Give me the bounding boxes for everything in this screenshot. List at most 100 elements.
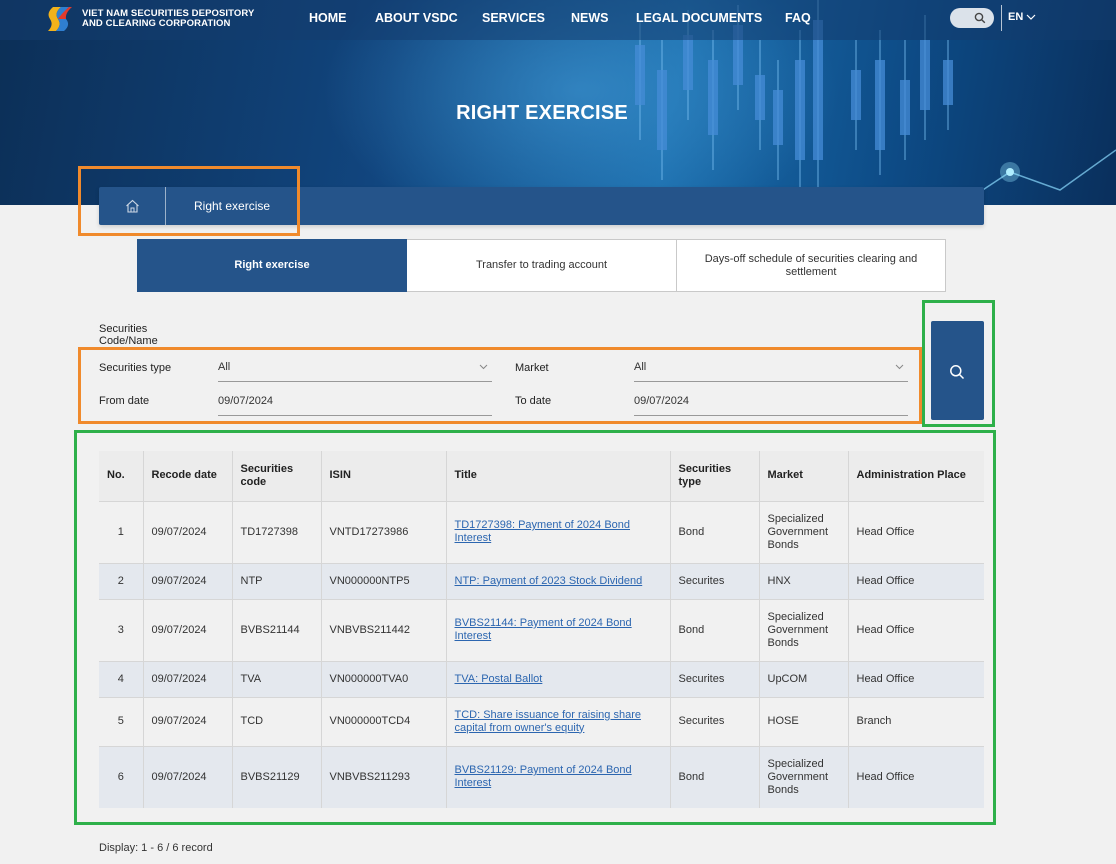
col-header-no: No. [99, 451, 144, 501]
search-button[interactable] [931, 321, 984, 420]
market-select[interactable]: All [634, 356, 908, 382]
cell-code: TVA [232, 660, 322, 697]
language-selector[interactable]: EN [1008, 11, 1036, 23]
title-link[interactable]: NTP: Payment of 2023 Stock Dividend [455, 575, 643, 587]
cell-date: 09/07/2024 [143, 660, 233, 697]
cell-date: 09/07/2024 [143, 562, 233, 599]
chevron-down-icon [479, 364, 488, 370]
cell-market: UpCOM [759, 660, 849, 697]
logo-line-2: AND CLEARING CORPORATION [82, 18, 231, 29]
col-header-isin: ISIN [321, 451, 447, 501]
cell-title: TD1727398: Payment of 2024 Bond Interest [446, 500, 671, 563]
cell-title: TCD: Share issuance for raising share ca… [446, 696, 671, 746]
cell-title: BVBS21129: Payment of 2024 Bond Interest [446, 745, 671, 808]
header-search-button[interactable] [950, 8, 994, 28]
cell-no: 6 [99, 745, 144, 808]
cell-date: 09/07/2024 [143, 598, 233, 661]
cell-type: Bond [670, 500, 760, 563]
nav-services[interactable]: SERVICES [482, 11, 545, 25]
securities-type-value: All [218, 361, 231, 373]
nav-faq[interactable]: FAQ [785, 11, 811, 25]
results-table: No. Recode date Securities code ISIN Tit… [99, 451, 984, 808]
breadcrumb-home[interactable] [99, 187, 166, 225]
nav-legal-documents[interactable]: LEGAL DOCUMENTS [636, 11, 762, 25]
cell-market: Specialized Government Bonds [759, 598, 849, 661]
cell-code: TCD [232, 696, 322, 746]
logo-text: VIET NAM SECURITIES DEPOSITORY AND CLEAR… [82, 8, 254, 30]
cell-no: 3 [99, 598, 144, 661]
chevron-down-icon [1026, 14, 1036, 20]
cell-no: 1 [99, 500, 144, 563]
hero-banner: VIET NAM SECURITIES DEPOSITORY AND CLEAR… [0, 0, 1116, 205]
from-date-value: 09/07/2024 [218, 395, 274, 407]
vsdc-logo[interactable]: VIET NAM SECURITIES DEPOSITORY AND CLEAR… [44, 5, 254, 33]
table-row: 4 09/07/2024 TVA VN000000TVA0 TVA: Posta… [99, 660, 984, 697]
tab-transfer-trading-account[interactable]: Transfer to trading account [407, 239, 677, 292]
market-value: All [634, 361, 647, 373]
breadcrumb: Right exercise [99, 187, 984, 225]
market-label: Market [515, 362, 549, 374]
table-row: 5 09/07/2024 TCD VN000000TCD4 TCD: Share… [99, 696, 984, 746]
cell-isin: VNBVBS211293 [321, 745, 447, 808]
cell-market: HNX [759, 562, 849, 599]
title-link[interactable]: BVBS21129: Payment of 2024 Bond Interest [455, 764, 632, 789]
table-row: 6 09/07/2024 BVBS21129 VNBVBS211293 BVBS… [99, 745, 984, 808]
cell-isin: VN000000NTP5 [321, 562, 447, 599]
title-link[interactable]: TVA: Postal Ballot [455, 673, 543, 685]
cell-place: Head Office [848, 562, 984, 599]
vsdc-logo-icon [44, 5, 76, 33]
col-header-title: Title [446, 451, 671, 501]
title-link[interactable]: TCD: Share issuance for raising share ca… [455, 709, 641, 734]
cell-code: BVBS21129 [232, 745, 322, 808]
securities-type-select[interactable]: All [218, 356, 492, 382]
cell-isin: VN000000TCD4 [321, 696, 447, 746]
col-header-date: Recode date [143, 451, 233, 501]
cell-market: Specialized Government Bonds [759, 500, 849, 563]
nav-home[interactable]: HOME [309, 11, 347, 25]
cell-no: 2 [99, 562, 144, 599]
cell-type: Bond [670, 745, 760, 808]
cell-title: BVBS21144: Payment of 2024 Bond Interest [446, 598, 671, 661]
cell-title: NTP: Payment of 2023 Stock Dividend [446, 562, 671, 599]
to-date-value: 09/07/2024 [634, 395, 690, 407]
page-title: RIGHT EXERCISE [456, 102, 628, 124]
search-icon [950, 365, 965, 380]
cell-isin: VNBVBS211442 [321, 598, 447, 661]
cell-type: Securites [670, 660, 760, 697]
title-link[interactable]: TD1727398: Payment of 2024 Bond Interest [455, 519, 631, 544]
breadcrumb-current: Right exercise [194, 199, 271, 213]
tab-days-off-schedule[interactable]: Days-off schedule of securities clearing… [677, 239, 946, 292]
to-date-input[interactable]: 09/07/2024 [634, 390, 908, 416]
language-label: EN [1008, 11, 1024, 23]
from-date-input[interactable]: 09/07/2024 [218, 390, 492, 416]
tab-right-exercise[interactable]: Right exercise [137, 239, 407, 292]
search-icon [974, 12, 986, 24]
cell-date: 09/07/2024 [143, 696, 233, 746]
cell-type: Securites [670, 696, 760, 746]
col-header-market: Market [759, 451, 849, 501]
securities-code-label: Securities Code/Name [99, 323, 158, 347]
col-header-code: Securities code [232, 451, 322, 501]
cell-code: NTP [232, 562, 322, 599]
pagination-info: Display: 1 - 6 / 6 record [99, 842, 213, 854]
nav-about[interactable]: ABOUT VSDC [375, 11, 458, 25]
cell-no: 4 [99, 660, 144, 697]
cell-place: Head Office [848, 500, 984, 563]
from-date-label: From date [99, 395, 150, 407]
securities-type-label: Securities type [99, 362, 172, 374]
nav-news[interactable]: NEWS [571, 11, 609, 25]
cell-no: 5 [99, 696, 144, 746]
lang-divider [1001, 5, 1002, 31]
cell-place: Branch [848, 696, 984, 746]
col-header-place: Administration Place [848, 451, 984, 501]
cell-code: BVBS21144 [232, 598, 322, 661]
table-row: 3 09/07/2024 BVBS21144 VNBVBS211442 BVBS… [99, 598, 984, 661]
chevron-down-icon [895, 364, 904, 370]
title-link[interactable]: BVBS21144: Payment of 2024 Bond Interest [455, 617, 632, 642]
cell-type: Securites [670, 562, 760, 599]
cell-place: Head Office [848, 660, 984, 697]
cell-market: HOSE [759, 696, 849, 746]
results-table-container: No. Recode date Securities code ISIN Tit… [99, 451, 984, 808]
cell-date: 09/07/2024 [143, 745, 233, 808]
to-date-label: To date [515, 395, 552, 407]
